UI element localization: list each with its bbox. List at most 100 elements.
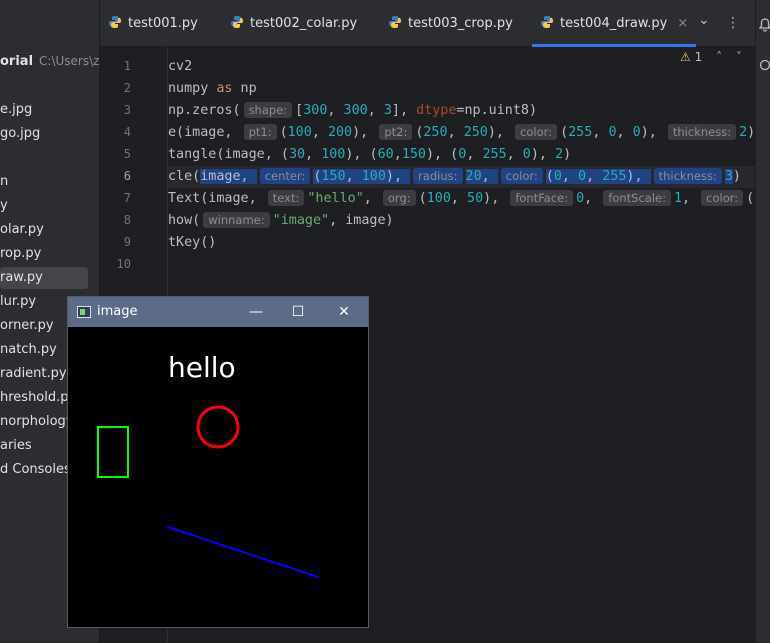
project-tree-item[interactable]: go.jpg xyxy=(0,123,40,145)
inspection-widget[interactable]: ⚠ 1 ˄ ˅ xyxy=(680,50,742,64)
code-token: ), xyxy=(640,125,665,140)
code-token: 250 xyxy=(423,125,448,140)
project-tree-item[interactable]: orner.py xyxy=(0,315,54,337)
project-tree-item[interactable]: natch.py xyxy=(0,339,57,361)
code-token: 255 xyxy=(482,147,507,162)
parameter-hint: center: xyxy=(259,168,311,184)
code-token: 1 xyxy=(673,191,683,206)
ai-assistant-icon[interactable] xyxy=(759,58,770,72)
project-tree-item[interactable]: n xyxy=(0,171,8,193)
line-number: 2 xyxy=(123,81,131,95)
code-token: , xyxy=(305,147,322,162)
code-token: 100 xyxy=(361,169,386,184)
opencv-image-window[interactable]: image — ☐ ✕ hello xyxy=(67,296,369,628)
tab-label: test001.py xyxy=(128,16,198,31)
parameter-hint: pt1: xyxy=(243,124,277,140)
code-token: 300 xyxy=(343,103,368,118)
code-token: 60 xyxy=(377,147,394,162)
code-token: ), ( xyxy=(426,147,459,162)
code-token: ) xyxy=(747,125,755,140)
maximize-button[interactable]: ☐ xyxy=(284,301,312,323)
parameter-hint: radius: xyxy=(413,168,463,184)
code-token: np.zeros( xyxy=(168,103,241,118)
project-tree-item[interactable]: lur.py xyxy=(0,291,36,313)
code-token: , xyxy=(592,125,609,140)
close-button[interactable]: ✕ xyxy=(330,301,358,323)
project-tree-item[interactable]: d Consoles xyxy=(0,459,71,481)
project-tree-item[interactable]: norphology. xyxy=(0,411,76,433)
code-token: tangle(image, ( xyxy=(168,147,289,162)
code-token: ), xyxy=(626,169,651,184)
tab-test003-crop[interactable]: test003_crop.py xyxy=(388,0,513,47)
chevron-up-icon[interactable]: ˄ xyxy=(716,50,722,64)
line-number: 9 xyxy=(123,235,131,249)
green-rectangle xyxy=(97,426,129,478)
chevron-down-icon[interactable]: ⌄ xyxy=(698,12,710,28)
close-icon[interactable]: × xyxy=(677,16,688,31)
code-token: ) xyxy=(732,169,741,184)
code-token: 0 xyxy=(608,125,617,140)
parameter-hint: winname: xyxy=(203,212,270,228)
project-tree-item[interactable]: rop.py xyxy=(0,243,41,265)
parameter-hint: shape: xyxy=(243,102,293,118)
code-token: , xyxy=(682,191,699,206)
project-tree-item[interactable]: e.jpg xyxy=(0,99,32,121)
hello-text: hello xyxy=(168,351,236,384)
code-line[interactable]: tKey() xyxy=(168,232,216,254)
tab-label: test003_crop.py xyxy=(408,16,513,31)
tab-test002-colar[interactable]: test002_colar.py xyxy=(230,0,357,47)
code-token: ], xyxy=(391,103,417,118)
project-tree-item[interactable]: aries xyxy=(0,435,32,457)
notifications-bell-icon[interactable] xyxy=(759,18,770,32)
code-line[interactable]: how(winname: "image", image) xyxy=(168,210,394,232)
code-line[interactable]: cle(image, center: (150, 100), radius: 20,… xyxy=(168,166,755,188)
parameter-hint: thickness: xyxy=(653,168,722,184)
code-line[interactable]: numpy as np xyxy=(168,78,257,100)
more-options-icon[interactable]: ⋮ xyxy=(726,15,740,31)
code-token: 3 xyxy=(383,103,392,118)
project-tree-item[interactable]: olar.py xyxy=(0,219,44,241)
code-line[interactable]: tangle(image, (30, 100), (60,150), (0, 2… xyxy=(168,144,571,166)
project-root[interactable]: orial C:\Users\zks xyxy=(0,50,99,72)
window-title-bar[interactable]: image — ☐ ✕ xyxy=(68,297,368,327)
tab-test004-draw[interactable]: test004_draw.py × xyxy=(532,0,697,47)
code-token: , xyxy=(561,169,579,184)
project-tree-item[interactable]: raw.py xyxy=(0,267,88,289)
line-number: 8 xyxy=(123,213,131,227)
code-token: 3 xyxy=(724,169,733,184)
python-file-icon xyxy=(389,16,401,28)
code-token: , xyxy=(447,125,464,140)
project-tree-item[interactable]: hreshold.py xyxy=(0,387,76,409)
tab-label: test004_draw.py xyxy=(560,16,668,31)
line-number: 10 xyxy=(116,257,131,271)
code-token: =np.uint8) xyxy=(456,103,538,118)
warning-count: 1 xyxy=(694,50,703,64)
code-line[interactable]: Text(image, text: "hello", org: (100, 50),… xyxy=(168,188,755,210)
code-token: , xyxy=(450,191,468,206)
code-line[interactable]: e(image, pt1: (100, 200), pt2: (250, 250),… xyxy=(168,122,755,144)
code-token: 20 xyxy=(465,169,482,184)
minimize-button[interactable]: — xyxy=(242,301,270,323)
code-token: ), xyxy=(385,169,411,184)
parameter-hint: fontFace: xyxy=(510,190,574,206)
code-token: ), xyxy=(487,125,513,140)
project-tree-item[interactable]: y xyxy=(0,195,8,217)
code-token: 150 xyxy=(401,147,426,162)
code-token: , xyxy=(363,191,380,206)
code-token: 0 xyxy=(578,169,587,184)
code-line[interactable]: np.zeros(shape: [300, 300, 3], dtype=np.u… xyxy=(168,100,537,122)
chevron-down-icon[interactable]: ˅ xyxy=(736,50,742,64)
tab-test001[interactable]: test001.py xyxy=(108,0,198,47)
code-token: cv2 xyxy=(168,59,193,74)
code-token: numpy xyxy=(168,81,217,96)
code-token: 100 xyxy=(426,191,451,206)
code-token: ), xyxy=(483,191,508,206)
code-line[interactable]: cv2 xyxy=(168,56,192,78)
project-tree-item[interactable]: radient.py xyxy=(0,363,67,385)
code-token: as xyxy=(216,81,233,96)
code-token: np xyxy=(232,81,257,96)
right-tool-strip xyxy=(755,0,770,643)
parameter-hint: color: xyxy=(515,124,558,140)
parameter-hint: color: xyxy=(500,168,543,184)
code-token: , xyxy=(506,147,523,162)
